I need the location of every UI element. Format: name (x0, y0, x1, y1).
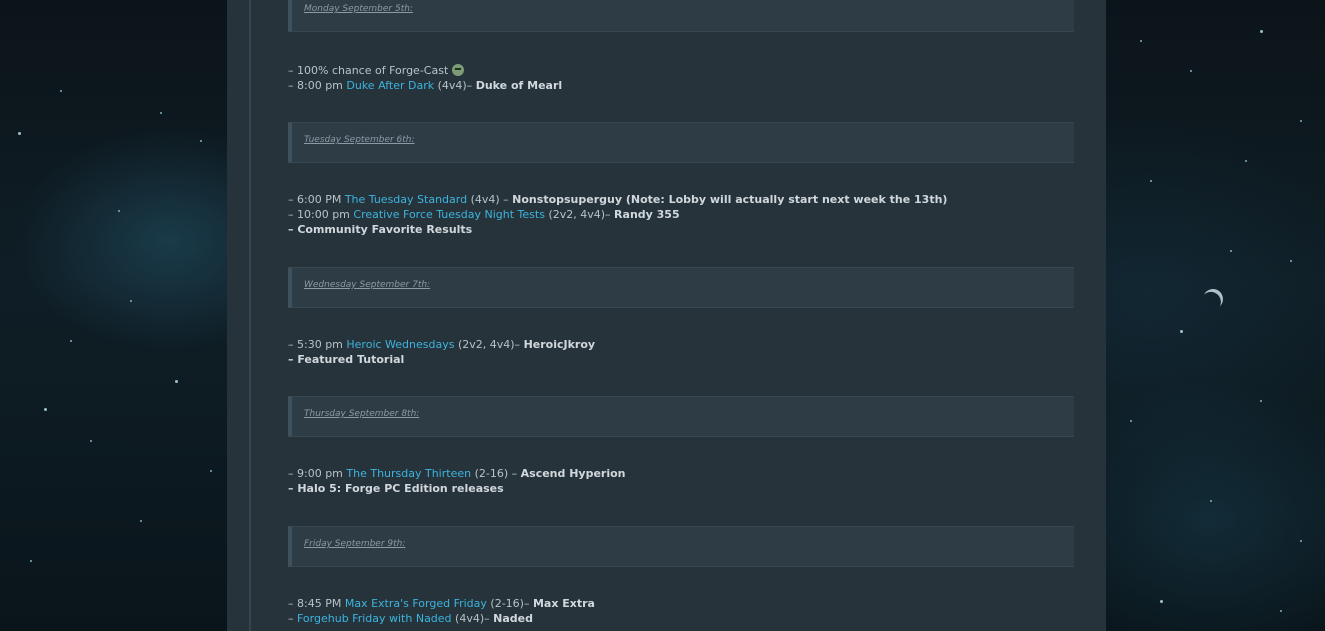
host-name: Duke of Mearl (475, 79, 563, 92)
day-header-monday: Monday September 5th: (288, 0, 1074, 32)
day-header-thursday: Thursday September 8th: (288, 396, 1074, 437)
schedule-line: – Community Favorite Results (288, 222, 472, 237)
day-header-wednesday: Wednesday September 7th: (288, 267, 1074, 308)
star-decoration (160, 112, 162, 114)
schedule-line: – 10:00 pm Creative Force Tuesday Night … (288, 207, 680, 222)
event-link-forged-friday[interactable]: Max Extra's Forged Friday (345, 597, 487, 610)
line-text: – 100% chance of Forge-Cast (288, 64, 449, 77)
line-text: (2-16)– (486, 597, 533, 610)
schedule-line: – 5:30 pm Heroic Wednesdays (2v2, 4v4)– … (288, 337, 595, 352)
star-decoration (140, 520, 142, 522)
line-text: (2-16) – (471, 467, 521, 480)
schedule-line: – Forgehub Friday with Naded (4v4)– Nade… (288, 611, 533, 626)
event-link-tuesday-standard[interactable]: The Tuesday Standard (345, 193, 467, 206)
smiley-icon (451, 64, 464, 76)
line-text: – 5:30 pm (288, 338, 347, 351)
host-name: Nonstopsuperguy (Note: Lobby will actual… (512, 193, 948, 206)
star-decoration (90, 440, 92, 442)
star-decoration (1260, 400, 1262, 402)
line-text: – 8:00 pm (288, 79, 347, 92)
star-decoration (1210, 500, 1212, 502)
event-link-duke-after-dark[interactable]: Duke After Dark (346, 79, 434, 92)
line-text: – Featured Tutorial (288, 353, 405, 366)
star-decoration (1180, 330, 1183, 333)
star-decoration (1160, 600, 1163, 603)
star-decoration (1130, 420, 1132, 422)
star-decoration (1290, 260, 1292, 262)
schedule-line: – Halo 5: Forge PC Edition releases (288, 481, 504, 496)
schedule-line: – Featured Tutorial (288, 352, 404, 367)
line-text: – 8:45 PM (288, 597, 345, 610)
event-link-thursday-thirteen[interactable]: The Thursday Thirteen (346, 467, 471, 480)
star-decoration (130, 300, 132, 302)
star-decoration (1140, 40, 1142, 42)
day-title: Thursday September 8th: (304, 409, 420, 419)
day-header-friday: Friday September 9th: (288, 526, 1074, 567)
star-decoration (1280, 610, 1282, 612)
star-decoration (1150, 180, 1152, 182)
line-text: – 6:00 PM (288, 193, 345, 206)
line-text: (2v2, 4v4)– (454, 338, 524, 351)
day-header-tuesday: Tuesday September 6th: (288, 122, 1074, 163)
line-text: – Halo 5: Forge PC Edition releases (288, 482, 504, 495)
schedule-line: – 8:00 pm Duke After Dark (4v4)– Duke of… (288, 78, 562, 93)
star-decoration (1300, 540, 1302, 542)
line-text: – Community Favorite Results (288, 223, 473, 236)
host-name: HeroicJkroy (523, 338, 596, 351)
article-body: Monday September 5th: – 100% chance of F… (249, 0, 1106, 631)
schedule-line: – 9:00 pm The Thursday Thirteen (2-16) –… (288, 466, 626, 481)
event-link-forgehub-friday[interactable]: Forgehub Friday with Naded (297, 612, 452, 625)
star-decoration (1190, 70, 1192, 72)
line-text: (4v4)– (451, 612, 494, 625)
day-title: Friday September 9th: (304, 539, 406, 549)
line-text: (4v4) – (467, 193, 513, 206)
day-title: Monday September 5th: (304, 4, 413, 14)
star-decoration (175, 380, 178, 383)
line-text: – (288, 612, 297, 625)
star-decoration (1260, 30, 1263, 33)
host-name: Naded (493, 612, 533, 625)
host-name: Ascend Hyperion (520, 467, 626, 480)
host-name: Randy 355 (614, 208, 680, 221)
schedule-line: – 8:45 PM Max Extra's Forged Friday (2-1… (288, 596, 595, 611)
line-text: (2v2, 4v4)– (544, 208, 615, 221)
star-decoration (30, 560, 32, 562)
star-decoration (200, 140, 202, 142)
star-decoration (1230, 250, 1232, 252)
schedule-line: – 6:00 PM The Tuesday Standard (4v4) – N… (288, 192, 947, 207)
line-text: – 10:00 pm (288, 208, 354, 221)
star-decoration (70, 340, 72, 342)
schedule-line: – 100% chance of Forge-Cast (288, 63, 464, 78)
star-decoration (1300, 120, 1302, 122)
star-decoration (60, 90, 62, 92)
host-name: Max Extra (532, 597, 595, 610)
star-decoration (1245, 160, 1247, 162)
star-decoration (44, 408, 47, 411)
line-text: – 9:00 pm (288, 467, 347, 480)
star-decoration (118, 210, 120, 212)
star-decoration (210, 470, 212, 472)
line-text: (4v4)– (434, 79, 476, 92)
day-title: Tuesday September 6th: (304, 135, 415, 145)
star-decoration (18, 132, 21, 135)
content-column: Monday September 5th: – 100% chance of F… (227, 0, 1106, 631)
event-link-creative-force[interactable]: Creative Force Tuesday Night Tests (353, 208, 545, 221)
event-link-heroic-wednesdays[interactable]: Heroic Wednesdays (346, 338, 454, 351)
day-title: Wednesday September 7th: (304, 280, 431, 290)
